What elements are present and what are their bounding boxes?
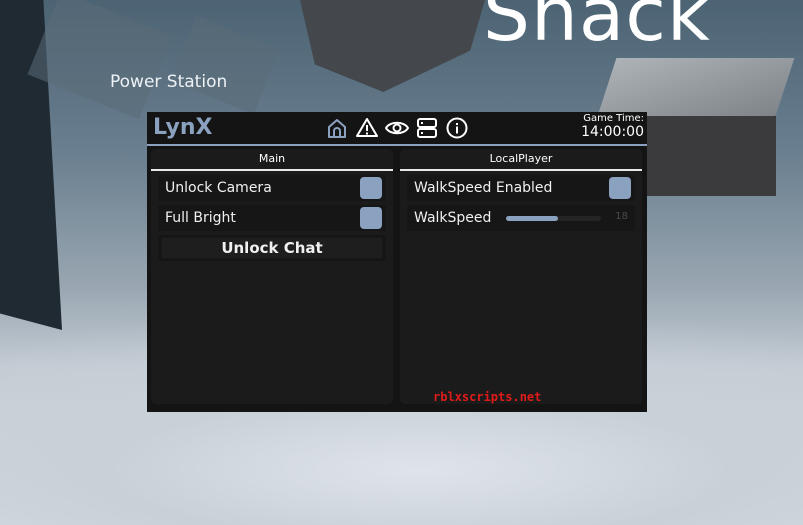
shack-wall: [628, 108, 776, 196]
lynx-window: LynX Game Time: 14:00:00 Main Unlock Cam…: [147, 112, 647, 412]
eye-tab[interactable]: [385, 116, 409, 140]
walkspeed-slider-fill: [506, 216, 559, 221]
unlock-camera-label: Unlock Camera: [165, 180, 272, 196]
localplayer-panel: LocalPlayer WalkSpeed Enabled WalkSpeed …: [400, 149, 642, 404]
shack-roof: [597, 58, 795, 116]
window-title: LynX: [153, 115, 213, 140]
sublocation-label: Power Station: [110, 72, 228, 92]
title-divider: [147, 144, 647, 146]
info-icon: [446, 117, 468, 139]
walkspeed-label: WalkSpeed: [414, 210, 492, 226]
warning-icon: [356, 118, 378, 137]
walkspeed-enabled-row: WalkSpeed Enabled: [407, 175, 635, 201]
full-bright-row: Full Bright: [158, 205, 386, 231]
walkspeed-slider[interactable]: [506, 216, 601, 221]
background-rock: [27, 0, 173, 120]
localplayer-panel-header: LocalPlayer: [400, 149, 642, 171]
title-bar[interactable]: LynX Game Time: 14:00:00: [147, 112, 647, 144]
game-time-value: 14:00:00: [581, 124, 644, 140]
home-icon: [328, 119, 346, 138]
background-rock: [170, 15, 280, 115]
home-tab[interactable]: [325, 116, 349, 140]
game-time-label: Game Time:: [583, 113, 644, 124]
unlock-camera-toggle[interactable]: [360, 177, 382, 199]
walkspeed-row: WalkSpeed 18: [407, 205, 635, 231]
warning-tab[interactable]: [355, 116, 379, 140]
info-tab[interactable]: [445, 116, 469, 140]
unlock-camera-row: Unlock Camera: [158, 175, 386, 201]
location-label: Shack: [483, 0, 711, 58]
tab-icons: [325, 116, 469, 140]
walkspeed-enabled-toggle[interactable]: [609, 177, 631, 199]
full-bright-label: Full Bright: [165, 210, 236, 226]
watermark: rblxscripts.net: [433, 390, 542, 404]
main-panel: Main Unlock Camera Full Bright Unlock Ch…: [151, 149, 393, 404]
unlock-chat-button[interactable]: Unlock Chat: [162, 238, 382, 258]
main-panel-header: Main: [151, 149, 393, 171]
unlock-chat-row: Unlock Chat: [158, 235, 386, 261]
game-time: Game Time: 14:00:00: [581, 113, 644, 140]
full-bright-toggle[interactable]: [360, 207, 382, 229]
walkspeed-enabled-label: WalkSpeed Enabled: [414, 180, 553, 196]
server-icon: [417, 118, 437, 138]
overhead-rock: [300, 0, 485, 92]
eye-icon: [385, 121, 409, 135]
server-tab[interactable]: [415, 116, 439, 140]
walkspeed-value: 18: [615, 211, 628, 222]
